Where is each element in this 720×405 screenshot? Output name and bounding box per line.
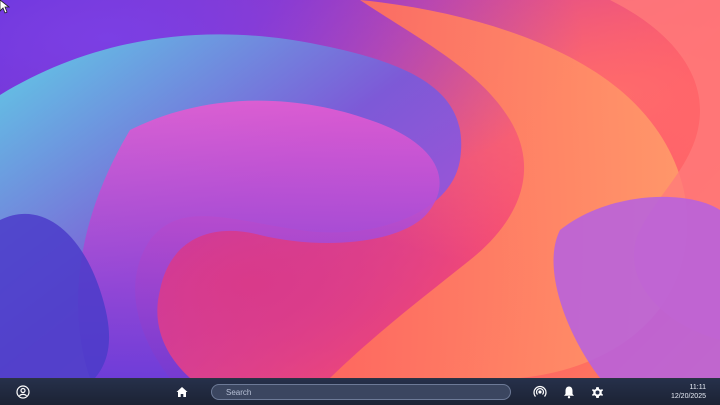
- clock-date: 12/20/2025: [670, 393, 706, 400]
- desktop-wallpaper: [0, 0, 720, 378]
- clock-time: 11:11: [689, 384, 706, 391]
- account-circle-icon[interactable]: [15, 384, 31, 400]
- gear-icon[interactable]: [589, 384, 605, 400]
- wallpaper-art: [0, 0, 720, 378]
- search-input[interactable]: Search: [211, 384, 511, 400]
- home-icon[interactable]: [174, 384, 190, 400]
- broadcast-icon[interactable]: [532, 384, 548, 400]
- taskbar: Search 11:11 12/20/2025: [0, 378, 720, 405]
- bell-icon[interactable]: [561, 384, 577, 400]
- system-clock[interactable]: 11:11 12/20/2025: [671, 383, 706, 401]
- mouse-pointer-icon: [0, 0, 10, 14]
